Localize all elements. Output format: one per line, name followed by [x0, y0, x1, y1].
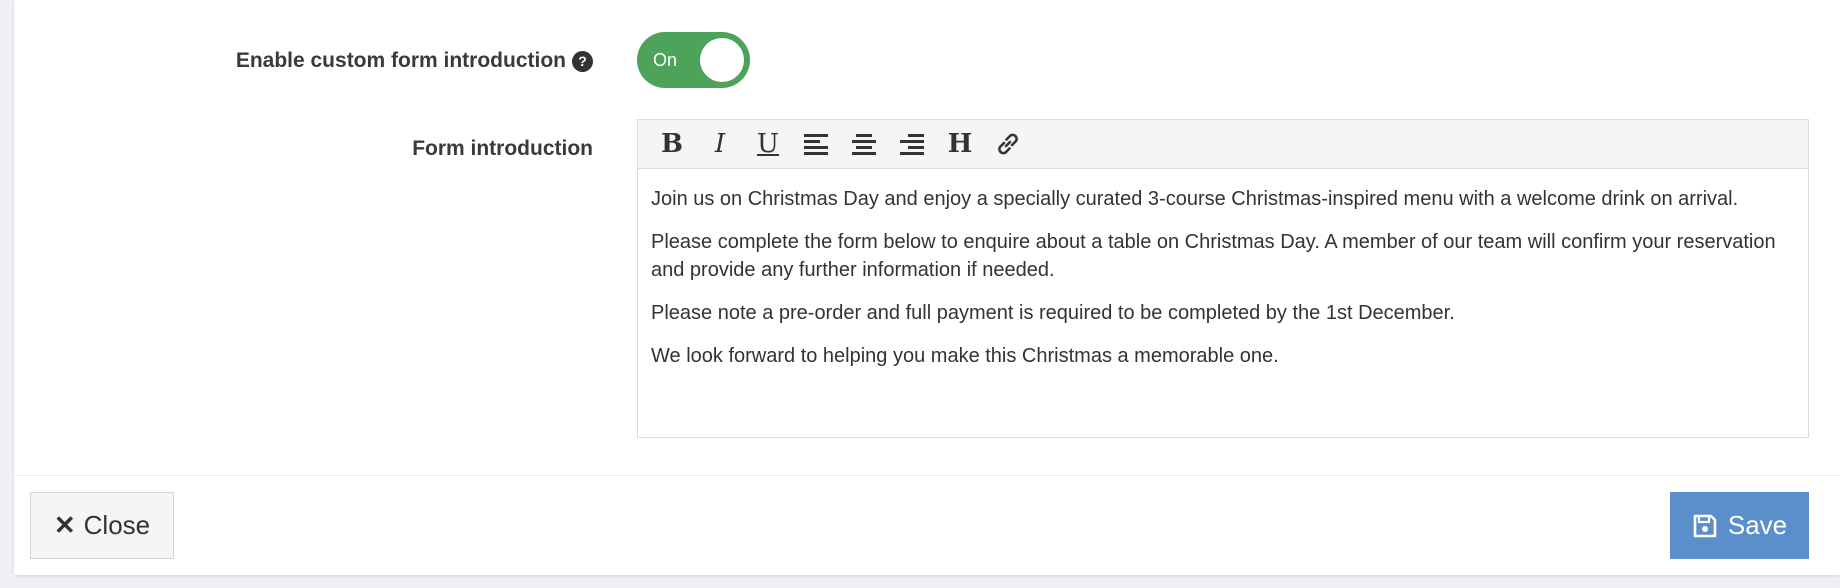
align-center-icon	[852, 134, 876, 155]
align-left-button[interactable]	[792, 124, 840, 164]
bold-button[interactable]: B	[648, 124, 696, 164]
custom-intro-label: Enable custom form introduction	[235, 49, 566, 72]
link-icon	[998, 133, 1018, 155]
custom-intro-toggle[interactable]: On	[637, 32, 750, 88]
settings-panel: Enable custom form introduction ? On For…	[14, 0, 1840, 575]
close-label: Close	[83, 510, 151, 540]
align-left-icon	[804, 134, 828, 155]
toggle-knob	[700, 38, 744, 82]
toggle-state-label: On	[653, 50, 678, 70]
underline-button[interactable]: U	[744, 124, 792, 164]
link-button[interactable]	[984, 124, 1032, 164]
save-label: Save	[1727, 510, 1788, 540]
editor-toolbar: B I U H	[638, 120, 1808, 169]
editor-content[interactable]: Join us on Christmas Day and enjoy a spe…	[638, 169, 1808, 370]
form-intro-label: Form introduction	[412, 137, 593, 160]
bold-icon: B	[661, 129, 683, 159]
italic-button[interactable]: I	[696, 124, 744, 164]
close-button[interactable]: ✕ Close	[30, 492, 174, 559]
close-icon: ✕	[53, 510, 76, 540]
intro-paragraph: We look forward to helping you make this…	[651, 345, 1279, 367]
heading-button[interactable]: H	[936, 124, 984, 164]
align-center-button[interactable]	[840, 124, 888, 164]
rich-text-editor[interactable]: B I U H Join us on Christmas Day and enj…	[637, 119, 1809, 438]
heading-icon: H	[947, 129, 973, 159]
footer-divider	[14, 475, 1840, 476]
align-right-icon	[900, 134, 924, 155]
save-icon	[1693, 514, 1717, 537]
custom-intro-row-label: Enable custom form introduction ?	[236, 49, 593, 73]
align-right-button[interactable]	[888, 124, 936, 164]
underline-icon: U	[757, 129, 779, 159]
save-button[interactable]: Save	[1670, 492, 1809, 559]
intro-paragraph: Join us on Christmas Day and enjoy a spe…	[651, 188, 1739, 210]
italic-icon: I	[714, 129, 726, 159]
help-icon[interactable]: ?	[572, 50, 593, 72]
intro-paragraph: Please complete the form below to enquir…	[651, 231, 1776, 281]
intro-paragraph: Please note a pre-order and full payment…	[651, 302, 1455, 324]
